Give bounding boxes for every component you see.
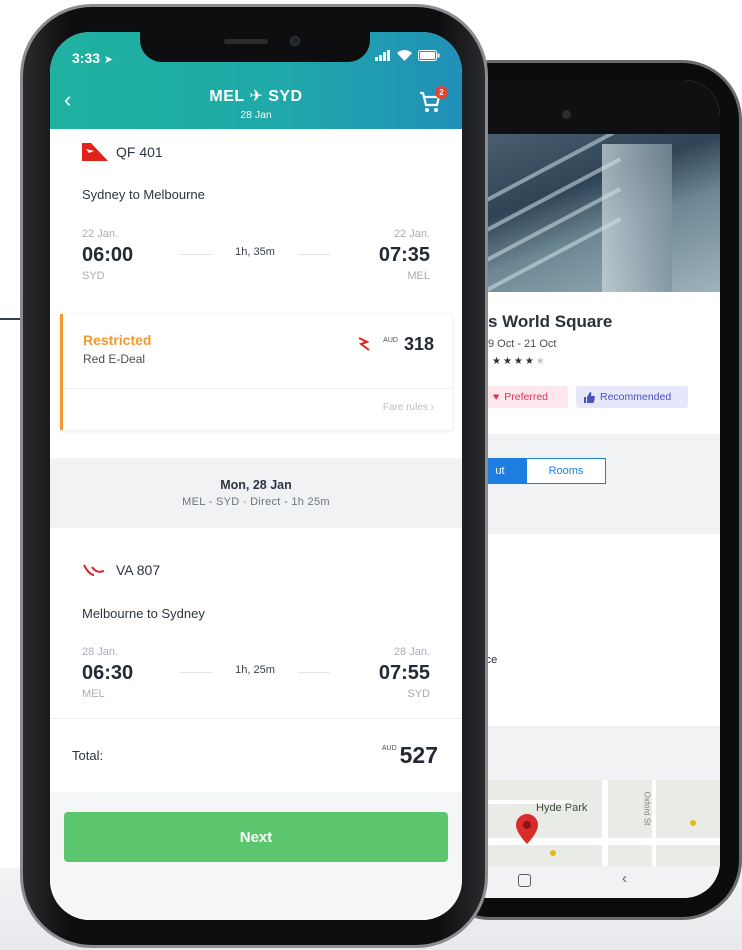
section-band <box>452 726 720 780</box>
fare-rules-link[interactable]: Fare rules › <box>383 402 434 413</box>
flight2-code: VA 807 <box>116 562 161 578</box>
fare-type: Restricted <box>83 332 152 348</box>
map-poi-dot <box>550 850 556 856</box>
empty-star: ★ <box>535 356 547 367</box>
camera-lens <box>290 36 300 46</box>
second-leg-day: Mon, 28 Jan <box>220 478 292 492</box>
plane-icon: ✈ <box>249 88 269 105</box>
preferred-badge: ♥ Preferred <box>486 386 568 408</box>
flight1-arr-date: 22 Jan. <box>393 228 430 240</box>
flight1-arr-code: MEL <box>407 270 430 282</box>
location-arrow-icon: ➤ <box>103 54 114 66</box>
flight2-arr-code: SYD <box>407 688 430 700</box>
recommended-badge: Recommended <box>576 386 688 408</box>
flight1-airline: QF 401 <box>82 143 163 161</box>
hotel-star-rating: ★★★★★ <box>492 356 547 367</box>
tab-rooms[interactable]: Rooms <box>526 458 606 484</box>
map-park-label: Hyde Park <box>536 802 588 814</box>
home-button-icon[interactable] <box>518 874 531 887</box>
second-leg-header: Mon, 28 Jan MEL - SYD · Direct - 1h 25m <box>50 458 462 528</box>
time-text: 3:33 <box>72 50 101 66</box>
destination-code: SYD <box>268 88 303 105</box>
status-time: 3:33 ➤ <box>72 50 113 66</box>
heart-icon: ♥ <box>493 391 500 403</box>
signal-icon <box>375 50 390 61</box>
virgin-logo-icon <box>83 564 105 576</box>
location-map[interactable]: Hyde Park Oxford St <box>452 780 720 866</box>
phone-notch <box>140 32 370 62</box>
cart-button[interactable]: 2 <box>418 86 448 116</box>
map-road <box>452 838 720 845</box>
flight2-arr-time: 07:55 <box>378 662 430 684</box>
qantas-logo-icon <box>82 143 108 161</box>
fare-currency: AUD <box>383 337 398 344</box>
recommended-label: Recommended <box>600 391 672 403</box>
flight2-duration: 1h, 25m <box>180 664 330 676</box>
origin-code: MEL <box>209 88 245 105</box>
qantas-logo-icon <box>358 337 370 351</box>
flight1-route: Sydney to Melbourne <box>82 187 205 202</box>
flight2-dep-code: MEL <box>82 688 105 700</box>
thumbs-up-icon <box>584 391 595 403</box>
flight2-arr-date: 28 Jan. <box>393 646 430 658</box>
total-divider <box>50 718 462 719</box>
next-button[interactable]: Next <box>64 812 448 862</box>
second-leg-summary: MEL - SYD · Direct - 1h 25m <box>182 496 330 508</box>
back-nav-icon[interactable]: ‹ <box>622 870 627 887</box>
flight2-dep-time: 06:30 <box>82 662 134 684</box>
booking-screen: 3:33 ➤ ‹ MEL ✈ SYD 28 Jan 2 QF 401 Sydne… <box>50 32 462 920</box>
flight2-route: Melbourne to Sydney <box>82 606 205 621</box>
route-date: 28 Jan <box>240 109 272 121</box>
hotel-dates: 9 Oct - 21 Oct <box>488 338 557 350</box>
app-header: 3:33 ➤ ‹ MEL ✈ SYD 28 Jan 2 <box>50 32 462 129</box>
flight1-arr-time: 07:35 <box>378 244 430 266</box>
preferred-label: Preferred <box>504 391 549 403</box>
total-price: AUD 527 <box>382 742 438 769</box>
cart-count-badge: 2 <box>435 86 448 99</box>
status-icons <box>375 50 440 61</box>
hotel-status-bar <box>452 80 720 134</box>
building-tower <box>602 144 672 292</box>
flight2-airline: VA 807 <box>82 562 160 578</box>
hotel-photo[interactable] <box>452 134 720 292</box>
map-pin-icon[interactable] <box>516 814 538 844</box>
map-road <box>602 780 608 866</box>
fare-amount: 318 <box>403 334 434 354</box>
android-nav-bar: ‹ <box>452 866 720 898</box>
flight1-dep-time: 06:00 <box>82 244 134 266</box>
fare-price: AUD 318 <box>357 334 434 355</box>
map-street-label: Oxford St <box>642 791 652 826</box>
battery-icon <box>418 50 440 61</box>
flight1-dep-date: 22 Jan. <box>82 228 119 240</box>
fare-divider <box>63 388 452 389</box>
total-amount: 527 <box>399 742 438 768</box>
flight1-code: QF 401 <box>116 144 163 160</box>
flight2-dep-date: 28 Jan. <box>82 646 119 658</box>
map-road <box>652 780 656 866</box>
flight1-duration: 1h, 35m <box>180 246 330 258</box>
fare-card[interactable]: Restricted Red E-Deal AUD 318 Fare rules… <box>60 314 452 430</box>
camera-icon <box>562 110 571 119</box>
filled-stars: ★★★★ <box>492 356 536 367</box>
fare-name: Red E-Deal <box>83 352 146 366</box>
flight1-dep-code: SYD <box>82 270 105 282</box>
wifi-icon <box>397 50 412 61</box>
speaker-grille <box>224 39 268 44</box>
total-currency: AUD <box>381 745 397 752</box>
route-codes: MEL ✈ SYD <box>50 86 462 106</box>
tabs-band <box>452 434 720 534</box>
hotel-screen: s World Square 9 Oct - 21 Oct ★★★★★ ♥ Pr… <box>452 80 720 898</box>
route-title: MEL ✈ SYD 28 Jan <box>50 86 462 121</box>
total-label: Total: <box>72 748 104 763</box>
hotel-name: s World Square <box>488 312 613 331</box>
map-poi-dot <box>690 820 696 826</box>
